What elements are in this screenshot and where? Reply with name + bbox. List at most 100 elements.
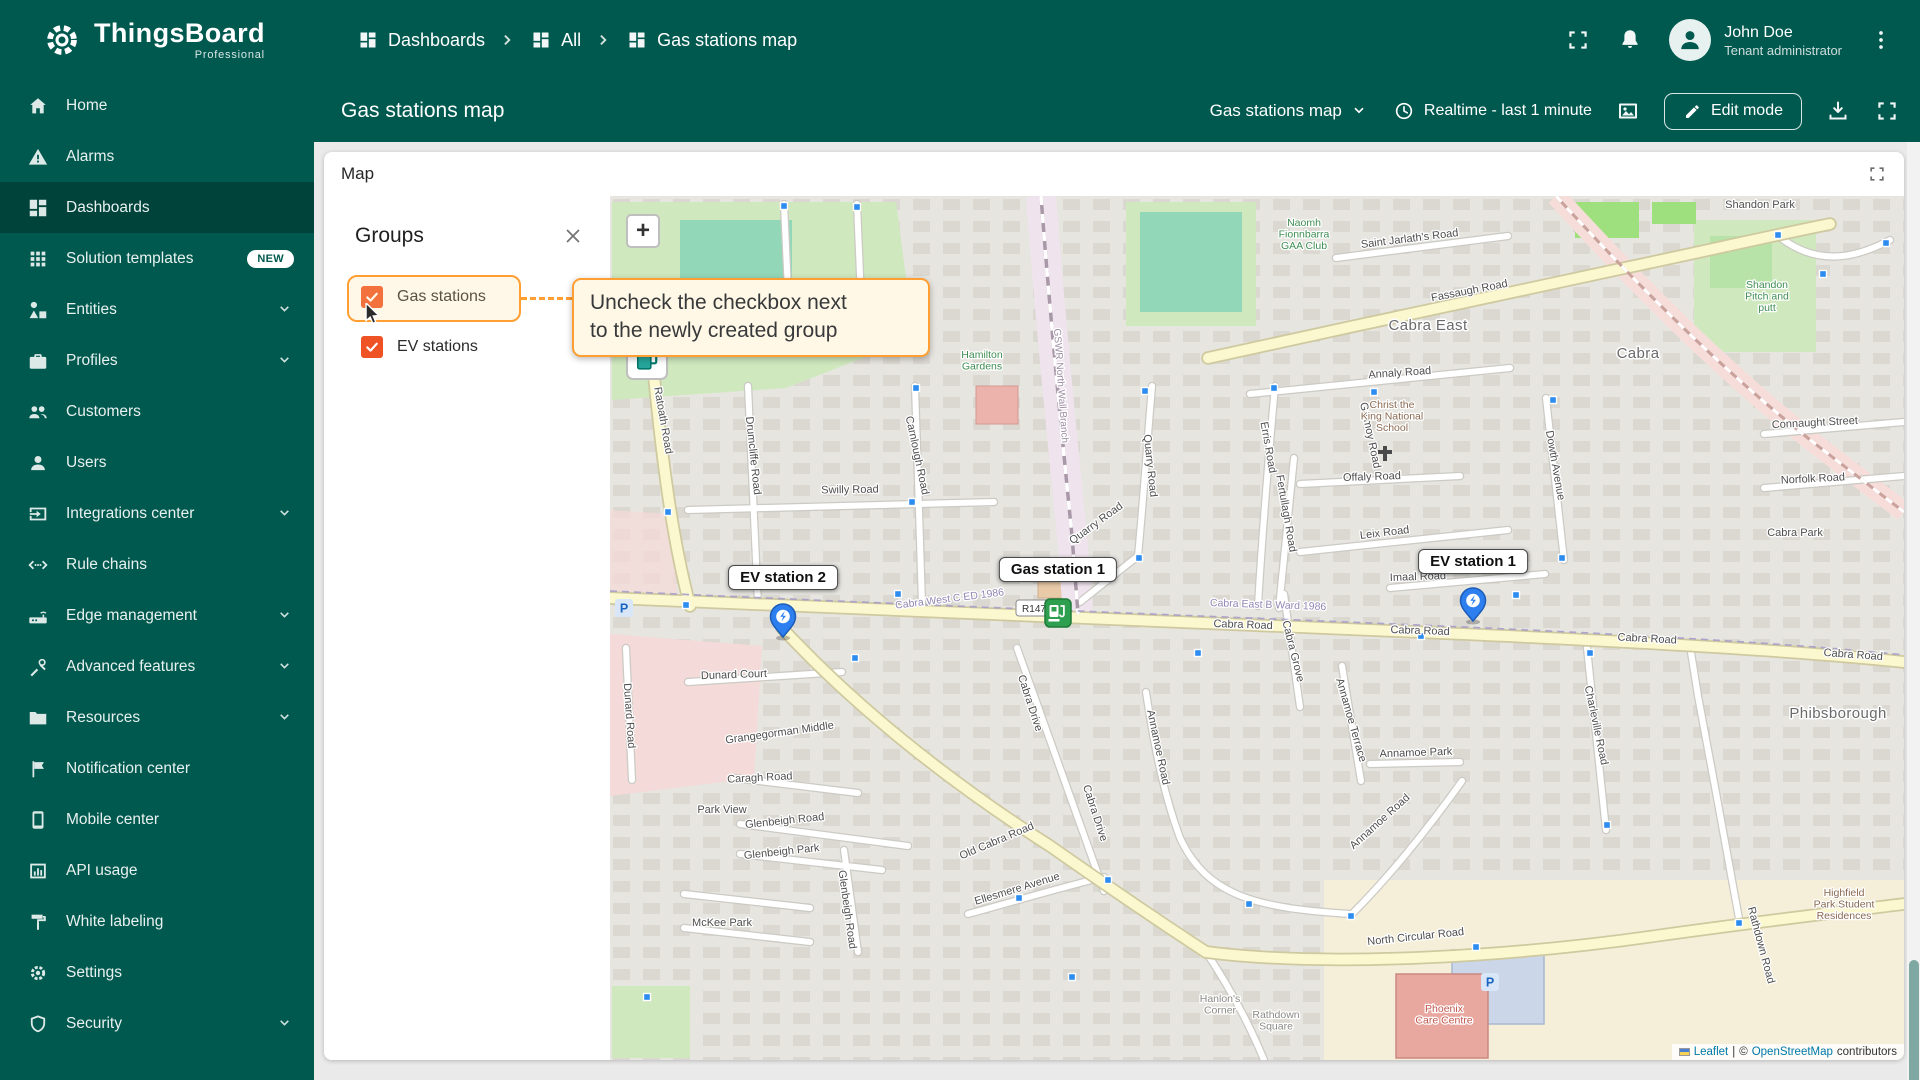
- map-handle[interactable]: [1511, 590, 1521, 600]
- sidebar-item-rule-chains[interactable]: Rule chains: [0, 539, 314, 590]
- sidebar-item-edge-management[interactable]: Edge management: [0, 590, 314, 641]
- notifications-bell-icon[interactable]: [1617, 27, 1643, 53]
- folder-icon: [27, 707, 49, 729]
- api-icon: [27, 860, 49, 882]
- dashboards-icon: [531, 30, 551, 50]
- map-handle[interactable]: [1244, 899, 1254, 909]
- chevron-down-icon: [275, 606, 294, 625]
- download-icon[interactable]: [1826, 99, 1850, 123]
- map-handle[interactable]: [1471, 942, 1481, 952]
- map-handle[interactable]: [1881, 238, 1891, 248]
- sidebar-item-alarms[interactable]: Alarms: [0, 131, 314, 182]
- map-handle[interactable]: [911, 383, 921, 393]
- sidebar-item-integrations-center[interactable]: Integrations center: [0, 488, 314, 539]
- map-handle[interactable]: [1103, 875, 1113, 885]
- map-handle[interactable]: [907, 497, 917, 507]
- group-label: EV stations: [397, 338, 478, 355]
- map-handle[interactable]: [1773, 230, 1783, 240]
- breadcrumb-item-dashboards[interactable]: Dashboards: [358, 30, 485, 51]
- sidebar-item-entities[interactable]: Entities: [0, 284, 314, 335]
- map-handle[interactable]: [1134, 553, 1144, 563]
- map-handle[interactable]: [1602, 820, 1612, 830]
- scrollbar-thumb[interactable]: [1909, 960, 1919, 1080]
- sidebar-item-settings[interactable]: Settings: [0, 947, 314, 998]
- marker-label-gas-station-1[interactable]: Gas station 1: [998, 557, 1118, 582]
- sidebar-item-advanced-features[interactable]: Advanced features: [0, 641, 314, 692]
- chevron-down-icon: [275, 708, 294, 727]
- sidebar-item-solution-templates[interactable]: Solution templates NEW: [0, 233, 314, 284]
- sidebar-item-notification-center[interactable]: Notification center: [0, 743, 314, 794]
- street-label: Phibsborough: [1789, 705, 1886, 722]
- breadcrumb-item-gas-stations-map[interactable]: Gas stations map: [627, 30, 797, 51]
- map-handle[interactable]: [1734, 918, 1744, 928]
- edit-mode-button[interactable]: Edit mode: [1663, 92, 1802, 130]
- thingsboard-logo[interactable]: ThingsBoard Professional: [0, 18, 314, 61]
- map-handle[interactable]: [1585, 648, 1595, 658]
- sidebar-item-label: Edge management: [66, 606, 197, 624]
- dashboard-image-icon[interactable]: [1616, 99, 1640, 123]
- sidebar-item-customers[interactable]: Customers: [0, 386, 314, 437]
- marker-label-ev-station-1[interactable]: EV station 1: [1418, 549, 1528, 574]
- map-handle[interactable]: [1269, 383, 1279, 393]
- dashboard-toolbar: Gas stations map Gas stations map Realti…: [314, 80, 1920, 142]
- more-vert-icon[interactable]: [1868, 27, 1894, 53]
- map-handle[interactable]: [850, 653, 860, 663]
- sidebar-item-white-labeling[interactable]: White labeling: [0, 896, 314, 947]
- breadcrumb-label: All: [561, 29, 582, 50]
- marker-label-ev-station-2[interactable]: EV station 2: [728, 565, 838, 590]
- chevron-down-icon: [275, 351, 294, 370]
- sidebar-item-label: Entities: [66, 300, 117, 318]
- flag-icon: [27, 758, 49, 780]
- breadcrumb-item-all[interactable]: All: [531, 30, 581, 51]
- sidebar-item-security[interactable]: Security: [0, 998, 314, 1049]
- group-checkbox-ev-stations[interactable]: [361, 336, 383, 358]
- sidebar-item-api-usage[interactable]: API usage: [0, 845, 314, 896]
- sidebar-item-dashboards[interactable]: Dashboards: [0, 182, 314, 233]
- map-handle[interactable]: [779, 201, 789, 211]
- map-handle[interactable]: [1140, 386, 1150, 396]
- sidebar-item-users[interactable]: Users: [0, 437, 314, 488]
- sidebar-item-label: Security: [66, 1014, 122, 1032]
- copyright-symbol: ©: [1739, 1046, 1748, 1058]
- map-handle[interactable]: [852, 202, 862, 212]
- sidebar-item-resources[interactable]: Resources: [0, 692, 314, 743]
- page-title: Gas stations map: [341, 99, 505, 122]
- zoom-in-button[interactable]: +: [626, 214, 660, 248]
- street-label: Cabra East: [1388, 317, 1467, 334]
- map-handle[interactable]: [663, 507, 673, 517]
- attribution-separator: |: [1732, 1046, 1736, 1058]
- map-handle[interactable]: [1557, 553, 1567, 563]
- sidebar-item-profiles[interactable]: Profiles: [0, 335, 314, 386]
- map-handle[interactable]: [1067, 972, 1077, 982]
- map-handle[interactable]: [1346, 911, 1356, 921]
- map-handle[interactable]: [893, 589, 903, 599]
- sidebar-item-label: Settings: [66, 963, 123, 981]
- gear-icon: [27, 962, 49, 984]
- osm-link[interactable]: OpenStreetMap: [1752, 1046, 1833, 1058]
- tools-icon: [27, 656, 49, 678]
- parking-icon: P: [615, 599, 633, 617]
- map-handle[interactable]: [642, 992, 652, 1002]
- user-menu[interactable]: John Doe Tenant administrator: [1669, 19, 1842, 61]
- sidebar-item-label: Home: [66, 96, 108, 114]
- widget-fullscreen-icon[interactable]: [1867, 164, 1887, 184]
- timewindow-button[interactable]: Realtime - last 1 minute: [1393, 100, 1592, 122]
- close-icon[interactable]: [562, 225, 584, 247]
- sidebar-item-home[interactable]: Home: [0, 80, 314, 131]
- leaflet-link[interactable]: Leaflet: [1694, 1046, 1729, 1058]
- page-scrollbar: [1907, 80, 1920, 1080]
- dashboard-select[interactable]: Gas stations map: [1210, 101, 1369, 121]
- fullscreen-icon[interactable]: [1874, 98, 1900, 124]
- fullscreen-icon[interactable]: [1565, 27, 1591, 53]
- sidebar-item-label: Dashboards: [66, 198, 150, 216]
- map-handle[interactable]: [1369, 387, 1379, 397]
- dashboard-select-value: Gas stations map: [1209, 101, 1342, 120]
- gas-station-pin[interactable]: [1044, 598, 1072, 628]
- map-handle[interactable]: [1548, 395, 1558, 405]
- svg-text:R147: R147: [1022, 604, 1046, 615]
- breadcrumb: Dashboards All Gas stations map: [358, 29, 797, 51]
- map-handle[interactable]: [681, 600, 691, 610]
- sidebar-item-mobile-center[interactable]: Mobile center: [0, 794, 314, 845]
- map-handle[interactable]: [1818, 269, 1828, 279]
- map-handle[interactable]: [1193, 648, 1203, 658]
